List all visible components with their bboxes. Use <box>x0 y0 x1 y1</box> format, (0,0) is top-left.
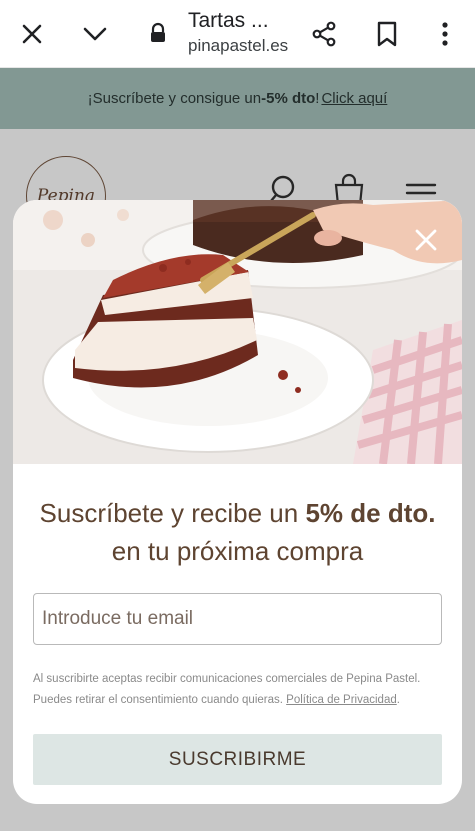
privacy-policy-link[interactable]: Política de Privacidad <box>286 694 397 706</box>
more-options-icon[interactable] <box>425 14 465 54</box>
page-url: pinapastel.es <box>188 36 289 55</box>
email-field[interactable] <box>33 593 442 645</box>
legal-notice: Al suscribirte aceptas recibir comunicac… <box>33 669 442 711</box>
tab-title-block[interactable]: Tartas ... pinapastel.es <box>188 8 298 58</box>
browser-toolbar: Tartas ... pinapastel.es <box>0 0 475 68</box>
popup-headline: Suscríbete y recibe un 5% de dto. en tu … <box>13 494 462 570</box>
legal-end: . <box>396 694 400 706</box>
headline-text: Suscríbete y recibe un <box>39 498 306 528</box>
share-icon[interactable] <box>304 14 344 54</box>
close-tab-icon[interactable] <box>12 14 52 54</box>
cake-image <box>13 200 462 464</box>
subscribe-popup: Suscríbete y recibe un 5% de dto. en tu … <box>13 200 462 804</box>
headline-text-end: en tu próxima compra <box>111 536 364 566</box>
chevron-down-icon[interactable] <box>75 14 115 54</box>
close-popup-icon[interactable] <box>410 224 442 256</box>
bookmark-icon[interactable] <box>367 14 407 54</box>
headline-discount: 5% de dto. <box>305 498 436 528</box>
lock-icon <box>148 22 168 44</box>
page-title: Tartas ... <box>188 9 269 32</box>
subscribe-button[interactable]: SUSCRIBIRME <box>33 734 442 785</box>
